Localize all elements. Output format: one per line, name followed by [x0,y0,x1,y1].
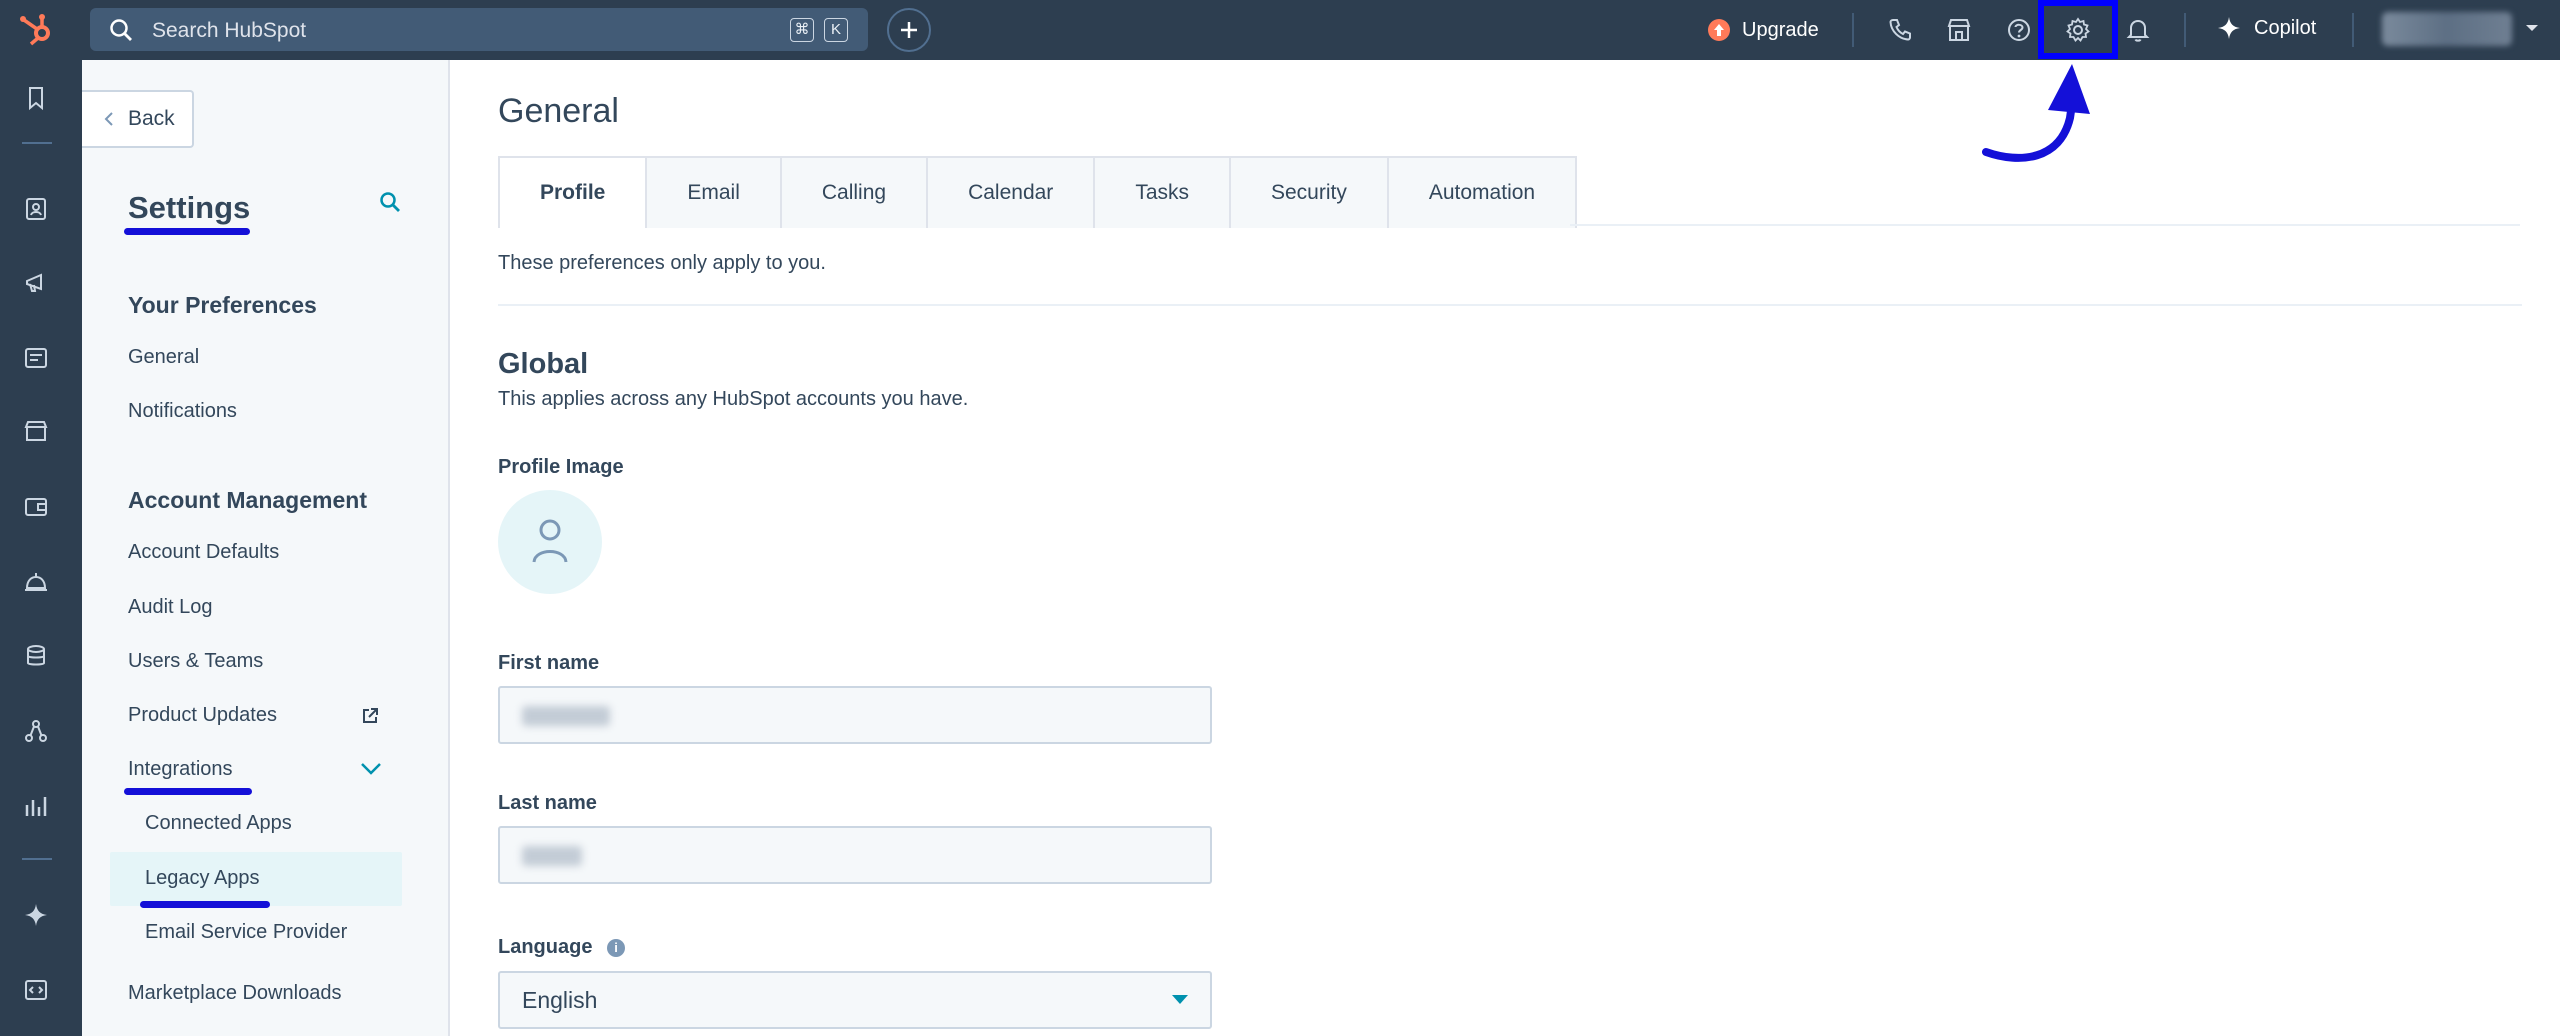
marketplace-store-icon[interactable] [1945,16,1973,44]
upgrade-icon [1708,19,1730,41]
commerce-store-icon[interactable] [23,418,49,444]
settings-sidebar: Back Settings Your Preferences General N… [82,60,450,1036]
plus-icon [901,22,917,38]
external-link-icon[interactable] [360,706,380,726]
first-name-label: First name [498,652,600,674]
tab-calling[interactable]: Calling [781,158,929,228]
search-bar[interactable]: Search HubSpot ⌘ K [90,8,868,51]
topbar-divider [1852,13,1854,47]
back-button[interactable]: Back [82,90,194,148]
nav-item-notifications[interactable]: Notifications [128,400,237,423]
nav-item-users-teams[interactable]: Users & Teams [128,650,263,673]
service-bell-icon[interactable] [23,568,49,594]
copilot-sparkle-icon [2218,17,2240,39]
copilot-button[interactable]: Copilot [2216,15,2316,41]
annotation-underline [124,788,252,795]
settings-highlight-box [2038,0,2118,59]
chevron-down-icon[interactable] [2524,22,2540,34]
language-label: Language [498,936,593,958]
copilot-label: Copilot [2254,16,2317,39]
hubspot-logo-icon[interactable] [16,12,56,48]
account-menu-avatar[interactable] [2382,12,2512,46]
shortcut-cmd-key: ⌘ [790,18,814,42]
reporting-bar-chart-icon[interactable] [23,793,49,819]
tab-security[interactable]: Security [1231,158,1389,228]
dropdown-caret-icon [1172,995,1188,1004]
preferences-note: These preferences only apply to you. [498,252,826,274]
upgrade-button[interactable]: Upgrade [1708,16,1819,44]
search-icon [110,19,132,41]
profile-image-avatar[interactable] [498,490,602,594]
global-section-subtitle: This applies across any HubSpot accounts… [498,388,969,410]
top-navigation-bar: Search HubSpot ⌘ K Upgrade Copilot [0,0,2560,60]
last-name-redacted-value [522,846,582,866]
create-new-button[interactable] [887,8,931,52]
language-select[interactable]: English [498,971,1212,1029]
search-placeholder: Search HubSpot [152,19,307,42]
nav-item-audit-log[interactable]: Audit Log [128,596,213,619]
language-selected-value: English [522,987,598,1013]
left-navigation-rail [0,60,82,1036]
first-name-redacted-value [522,706,610,726]
tab-email[interactable]: Email [647,158,782,228]
section-divider [498,304,2522,306]
calling-phone-icon[interactable] [1886,16,1914,44]
nav-subitem-connected-apps[interactable]: Connected Apps [145,812,292,835]
developer-code-icon[interactable] [23,977,49,1003]
breeze-sparkle-icon[interactable] [23,902,49,928]
marketing-megaphone-icon[interactable] [23,270,49,296]
nav-item-marketplace-downloads[interactable]: Marketplace Downloads [128,982,341,1005]
first-name-field[interactable] [498,686,1212,744]
tab-automation[interactable]: Automation [1388,158,1576,228]
contacts-icon[interactable] [23,196,49,222]
content-icon[interactable] [23,345,49,371]
help-question-icon[interactable] [2005,16,2033,44]
tab-bar: Profile Email Calling Calendar Tasks Sec… [498,156,1578,228]
annotation-underline [124,228,250,235]
tab-tasks[interactable]: Tasks [1095,158,1231,228]
tab-calendar[interactable]: Calendar [928,158,1096,228]
chevron-down-icon[interactable] [360,762,382,776]
automation-workflow-icon[interactable] [23,718,49,744]
main-content: General Profile Email Calling Calendar T… [452,60,2560,1036]
chevron-left-icon [104,112,113,126]
info-icon[interactable]: i [607,939,625,957]
rail-divider [22,142,52,144]
upgrade-label: Upgrade [1742,18,1819,41]
annotation-arrow-icon [1982,64,2090,162]
notifications-bell-icon[interactable] [2124,16,2152,44]
nav-item-product-updates[interactable]: Product Updates [128,704,277,727]
bookmark-icon[interactable] [23,85,49,111]
search-icon[interactable] [378,190,402,214]
nav-subitem-legacy-apps[interactable]: Legacy Apps [145,867,260,890]
nav-subitem-email-service-provider[interactable]: Email Service Provider [145,921,347,944]
profile-image-label: Profile Image [498,456,624,478]
annotation-underline [140,901,270,908]
settings-title: Settings [128,190,251,225]
user-avatar-icon [532,519,568,563]
page-title: General [498,92,619,130]
tab-bar-baseline [1570,224,2520,226]
nav-item-account-defaults[interactable]: Account Defaults [128,541,279,564]
topbar-divider [2184,13,2186,47]
account-management-heading: Account Management [128,487,367,513]
sales-wallet-icon[interactable] [23,493,49,519]
back-label: Back [128,107,175,130]
your-preferences-heading: Your Preferences [128,292,317,318]
last-name-field[interactable] [498,826,1212,884]
tab-profile[interactable]: Profile [500,158,648,228]
last-name-label: Last name [498,792,597,814]
nav-item-general[interactable]: General [128,346,199,369]
nav-item-integrations[interactable]: Integrations [128,758,233,781]
shortcut-k-key: K [824,18,848,42]
rail-divider [22,858,52,860]
topbar-divider [2352,13,2354,47]
data-database-icon[interactable] [23,643,49,669]
global-section-title: Global [498,348,589,380]
